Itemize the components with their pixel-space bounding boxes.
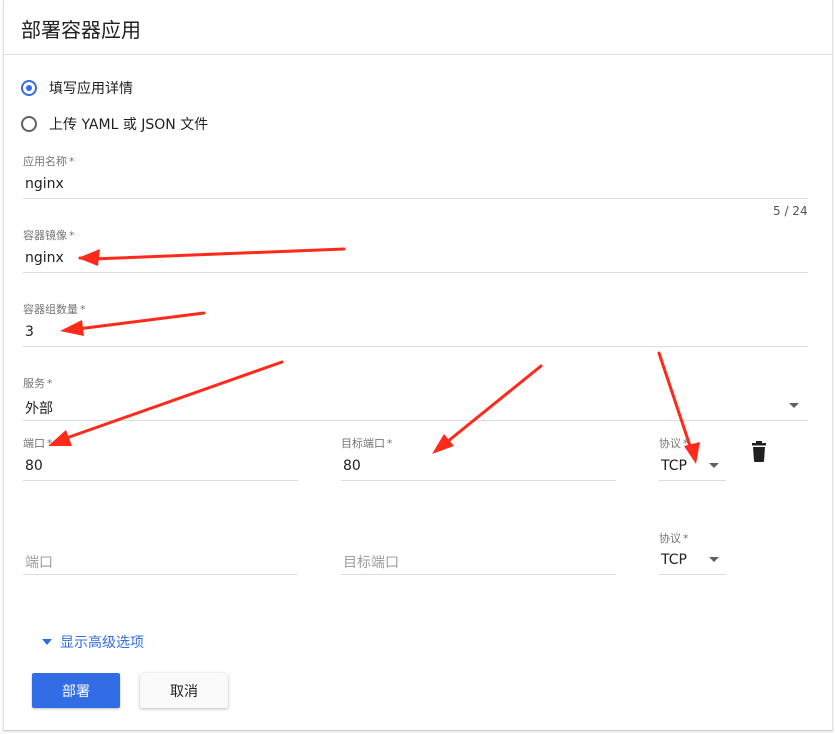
annotation-arrowhead <box>78 249 100 266</box>
annotation-arrowhead <box>60 320 84 336</box>
annotation-arrow <box>440 364 543 448</box>
annotation-arrow <box>56 360 284 443</box>
annotation-arrow <box>78 247 346 261</box>
annotation-arrowhead <box>432 434 454 454</box>
annotation-arrowhead <box>48 430 72 446</box>
annotation-arrow <box>657 351 694 454</box>
annotation-arrowhead <box>684 442 700 464</box>
annotation-arrows-overlay <box>48 247 700 464</box>
annotation-arrow <box>68 311 206 332</box>
